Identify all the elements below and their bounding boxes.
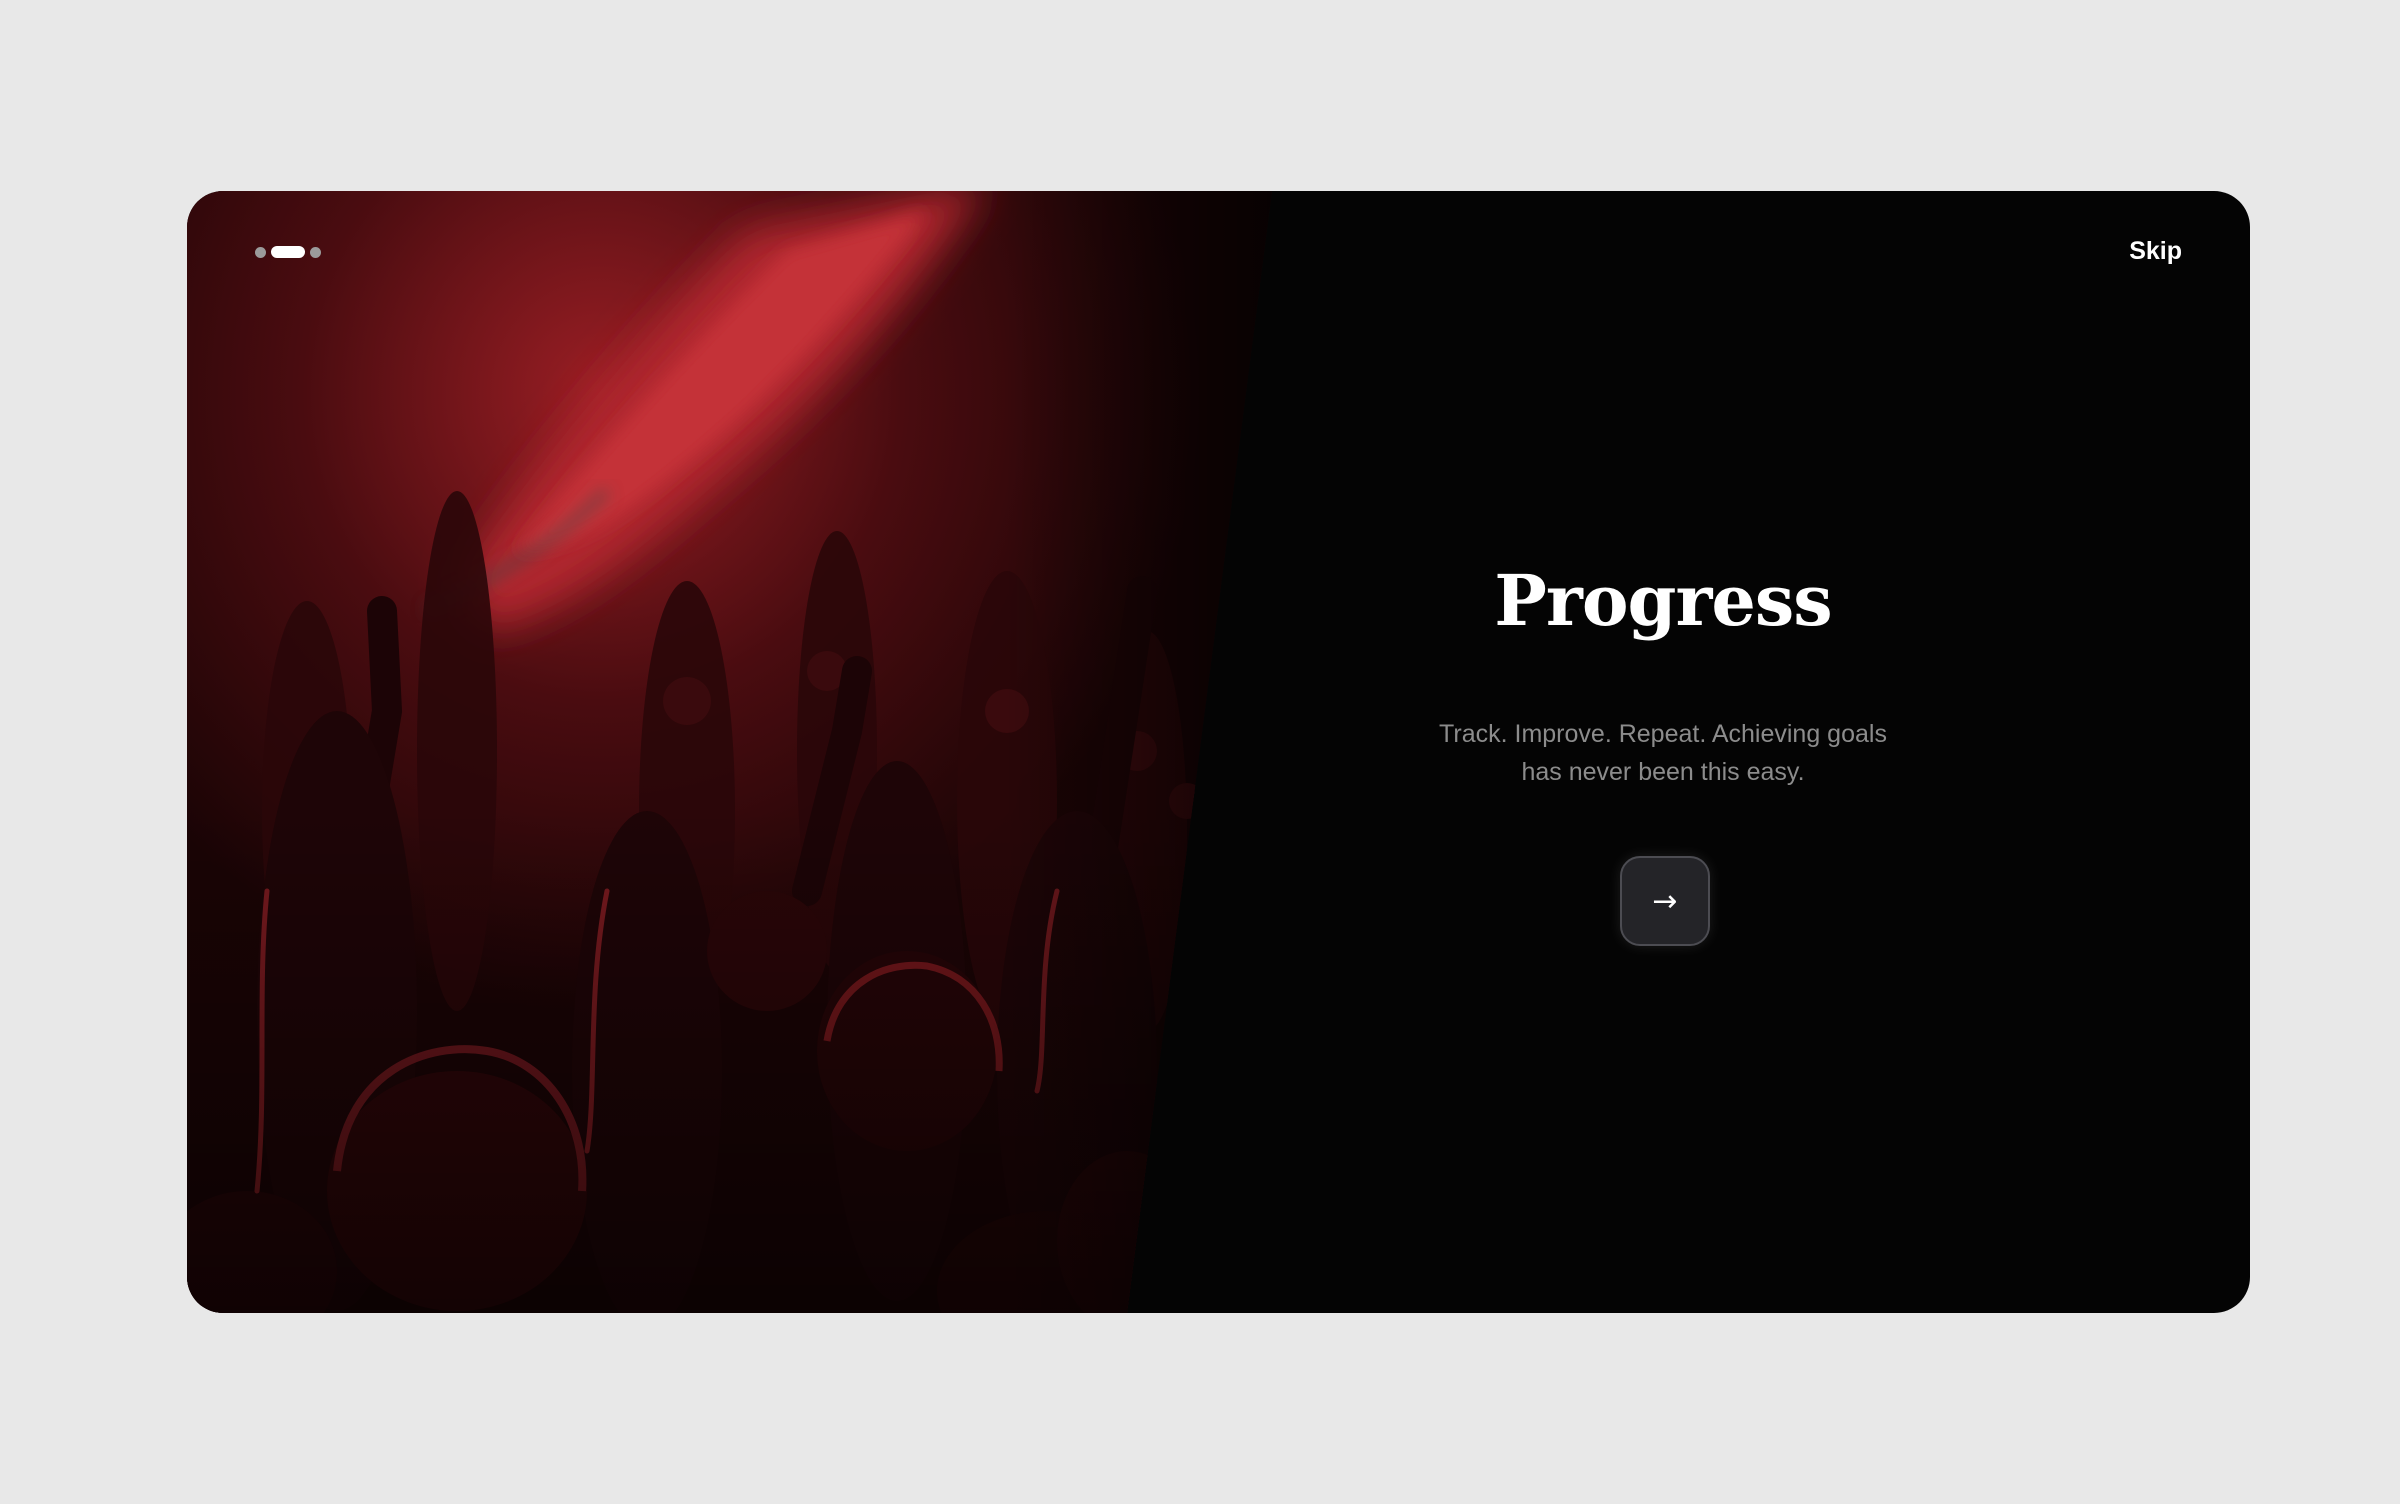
hero-image xyxy=(187,191,1277,1313)
next-button[interactable]: → xyxy=(1620,856,1710,946)
arrow-right-icon: → xyxy=(1652,883,1678,919)
onboarding-card: Skip Progress Track. Improve. Repeat. Ac… xyxy=(187,191,2250,1313)
pagination-dot[interactable] xyxy=(310,246,321,258)
onboarding-content: Progress Track. Improve. Repeat. Achievi… xyxy=(1327,191,1999,1313)
page-title: Progress xyxy=(1494,559,1832,642)
pagination-dot-active[interactable] xyxy=(271,246,305,258)
pagination-dot[interactable] xyxy=(255,246,266,258)
skip-button[interactable]: Skip xyxy=(2129,237,2182,266)
subtitle-line: Track. Improve. Repeat. Achieving goals xyxy=(1439,720,1887,748)
pagination-indicator xyxy=(255,246,321,258)
subtitle-line: has never been this easy. xyxy=(1521,758,1805,786)
subtitle: Track. Improve. Repeat. Achieving goals … xyxy=(1423,715,1903,791)
